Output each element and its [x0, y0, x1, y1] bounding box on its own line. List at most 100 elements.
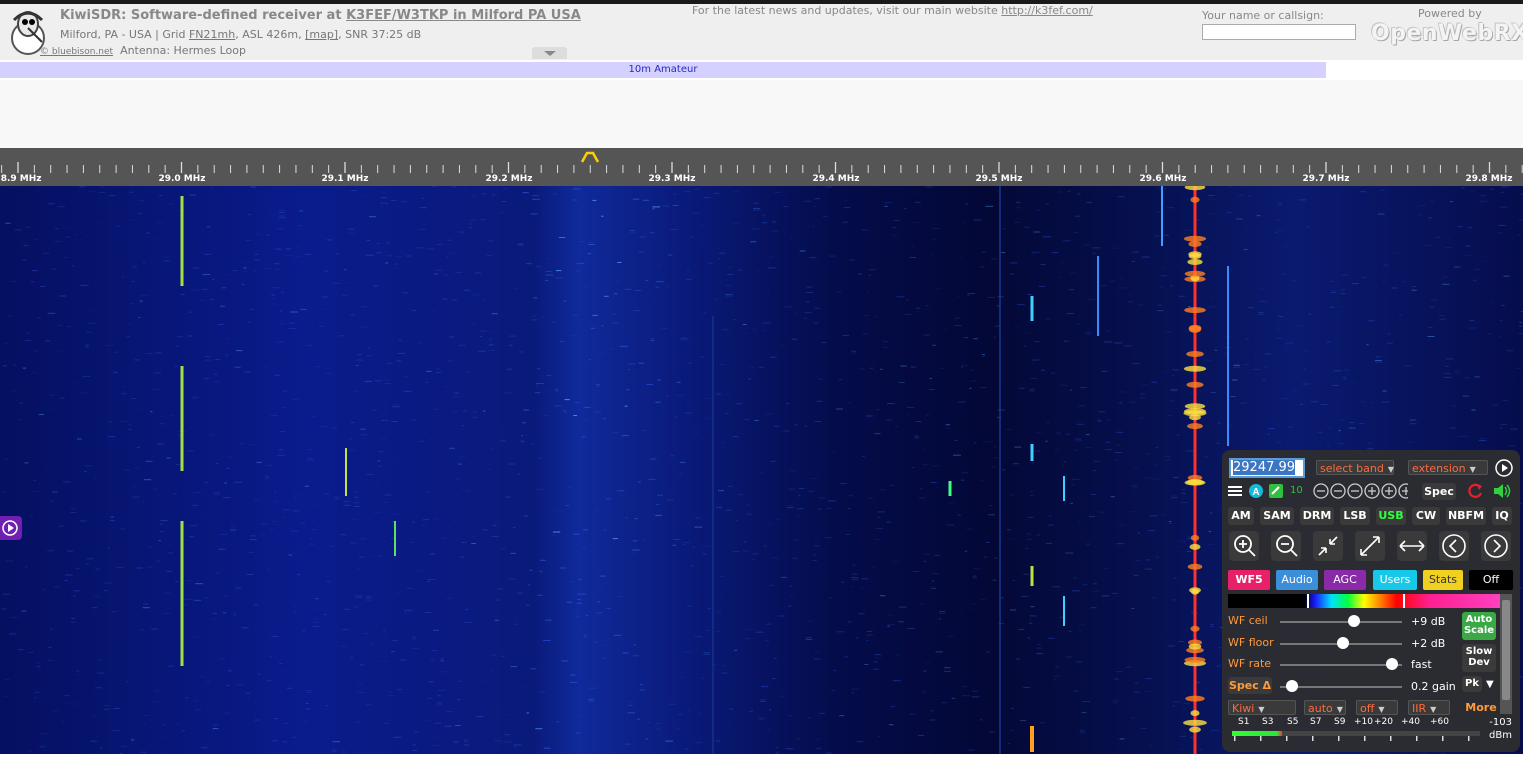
- horizontal-arrows-icon: [1399, 540, 1425, 552]
- spectrum-area[interactable]: [0, 80, 1523, 148]
- tab-stats[interactable]: Stats: [1423, 570, 1463, 590]
- carrier-burst: [1189, 726, 1201, 733]
- band-select-value: select band: [1320, 462, 1384, 475]
- smeter-tick: [1234, 736, 1236, 741]
- filter-select-value: off: [1360, 702, 1375, 715]
- smeter-ticks: [1234, 736, 1470, 741]
- map-link[interactable]: [map]: [305, 28, 338, 41]
- callsign-input[interactable]: [1202, 24, 1356, 40]
- band-select[interactable]: select band ▼: [1316, 460, 1394, 475]
- copyright-link[interactable]: © bluebison.net: [40, 47, 113, 57]
- colormap-floor-marker[interactable]: [1307, 594, 1309, 608]
- scale-label: 28.9 MHz: [0, 174, 42, 184]
- chevron-down-icon: ▼: [1469, 465, 1476, 474]
- colormap-ceil-marker[interactable]: [1403, 594, 1405, 608]
- chevron-left-icon: [1442, 534, 1466, 558]
- rf-attn-icon[interactable]: [1269, 484, 1283, 498]
- spec-delta-slider[interactable]: [1280, 686, 1402, 688]
- news-link[interactable]: http://k3fef.com/: [1001, 4, 1092, 17]
- page-right-button[interactable]: [1481, 531, 1511, 561]
- zoom-band-button[interactable]: [1397, 531, 1427, 561]
- mic-select[interactable]: Kiwi ▼: [1228, 700, 1296, 715]
- title-text: KiwiSDR: Software-defined receiver at: [60, 8, 347, 23]
- auto-scale-line2: Scale: [1463, 625, 1495, 636]
- auto-scale-button[interactable]: Auto Scale: [1462, 612, 1496, 640]
- zoom-step-controls[interactable]: [1312, 482, 1408, 500]
- carrier-burst: [1184, 186, 1206, 191]
- zoom-out-button[interactable]: [1271, 531, 1301, 561]
- wf-rate-slider[interactable]: [1280, 664, 1402, 666]
- mode-button-lsb[interactable]: LSB: [1340, 507, 1370, 525]
- frequency-input[interactable]: 29247.99: [1229, 458, 1305, 478]
- mode-button-drm[interactable]: DRM: [1300, 507, 1334, 525]
- spec-button[interactable]: Spec: [1422, 483, 1456, 500]
- wf-rate-value: fast: [1411, 658, 1432, 671]
- wf-rate-slider-thumb[interactable]: [1386, 658, 1399, 670]
- chevron-down-icon: ▼: [1336, 705, 1343, 714]
- auto-icon[interactable]: A: [1248, 483, 1264, 499]
- peak-button[interactable]: Pk: [1462, 676, 1482, 692]
- wf-ceil-value: +9 dB: [1411, 615, 1446, 628]
- colormap-bar[interactable]: [1228, 594, 1500, 608]
- page-left-button[interactable]: [1439, 531, 1469, 561]
- mode-button-cw[interactable]: CW: [1412, 507, 1440, 525]
- smeter-tick: [1416, 736, 1418, 741]
- zoom-out-max-button[interactable]: [1355, 531, 1385, 561]
- more-button[interactable]: More: [1464, 700, 1498, 715]
- frequency-value: 29247.99: [1233, 460, 1296, 475]
- smeter-tick: [1390, 736, 1392, 741]
- tab-agc[interactable]: AGC: [1324, 570, 1366, 590]
- mode-button-am[interactable]: AM: [1228, 507, 1254, 525]
- panel-scrollbar-thumb[interactable]: [1502, 600, 1510, 700]
- collapse-header-button[interactable]: [532, 47, 567, 59]
- carrier-burst: [1186, 479, 1204, 486]
- carrier-burst: [1183, 235, 1207, 242]
- gain-select[interactable]: auto ▼: [1304, 700, 1346, 715]
- grid-link[interactable]: FN21mh: [189, 28, 235, 41]
- mode-button-sam[interactable]: SAM: [1260, 507, 1294, 525]
- smeter-label: S7: [1310, 717, 1322, 727]
- tab-wf5[interactable]: WF5: [1228, 570, 1270, 590]
- mode-button-iq[interactable]: IQ: [1492, 507, 1512, 525]
- play-button[interactable]: [0, 516, 22, 540]
- play-circle-icon: [2, 520, 18, 536]
- spec-delta-button[interactable]: Spec Δ: [1228, 677, 1272, 694]
- station-link[interactable]: K3FEF/W3TKP in Milford PA USA: [346, 8, 581, 23]
- iir-select[interactable]: IIR ▼: [1408, 700, 1450, 715]
- wf-floor-slider-thumb[interactable]: [1336, 637, 1349, 649]
- rf-value: 10: [1290, 485, 1303, 496]
- wf-floor-label: WF floor: [1228, 636, 1274, 649]
- extension-select[interactable]: extension ▼: [1408, 460, 1488, 475]
- chevron-down-icon: [544, 51, 556, 56]
- speaker-icon[interactable]: [1492, 482, 1512, 500]
- carrier-burst: [1189, 543, 1201, 550]
- filter-select[interactable]: off ▼: [1356, 700, 1398, 715]
- refresh-icon[interactable]: [1466, 482, 1484, 500]
- chevron-down-icon[interactable]: ▼: [1486, 679, 1494, 690]
- zoom-in-max-button[interactable]: [1313, 531, 1343, 561]
- expand-arrows-icon: [1360, 536, 1380, 556]
- tab-audio[interactable]: Audio: [1276, 570, 1318, 590]
- wf-ceil-slider[interactable]: [1280, 621, 1402, 623]
- tab-users[interactable]: Users: [1373, 570, 1417, 590]
- news-text: For the latest news and updates, visit o…: [692, 4, 1002, 17]
- smeter-tick: [1312, 736, 1314, 741]
- zoom-in-button[interactable]: [1229, 531, 1259, 561]
- frequency-ruler[interactable]: 28.9 MHz 29.0 MHz 29.1 MHz 29.2 MHz 29.3 MHz…: [0, 148, 1523, 186]
- mode-button-nbfm[interactable]: NBFM: [1446, 507, 1486, 525]
- slow-dev-line2: Dev: [1468, 657, 1490, 668]
- smeter-tick: [1364, 736, 1366, 741]
- carrier-burst: [1185, 695, 1205, 702]
- carrier-burst: [1187, 423, 1203, 430]
- slow-dev-button[interactable]: Slow Dev: [1462, 644, 1496, 672]
- play-circle-icon[interactable]: [1494, 458, 1514, 478]
- menu-icon[interactable]: [1228, 484, 1242, 498]
- mode-button-usb[interactable]: USB: [1376, 507, 1406, 525]
- tab-off[interactable]: Off: [1469, 570, 1513, 590]
- passband-marker-icon[interactable]: [580, 151, 600, 163]
- spec-delta-slider-thumb[interactable]: [1285, 680, 1298, 692]
- carrier-burst: [1184, 307, 1206, 314]
- scale-label: 29.3 MHz: [648, 174, 695, 184]
- carrier-burst: [1184, 403, 1206, 410]
- openwebrx-logo[interactable]: OpenWebRX(+: [1371, 21, 1523, 46]
